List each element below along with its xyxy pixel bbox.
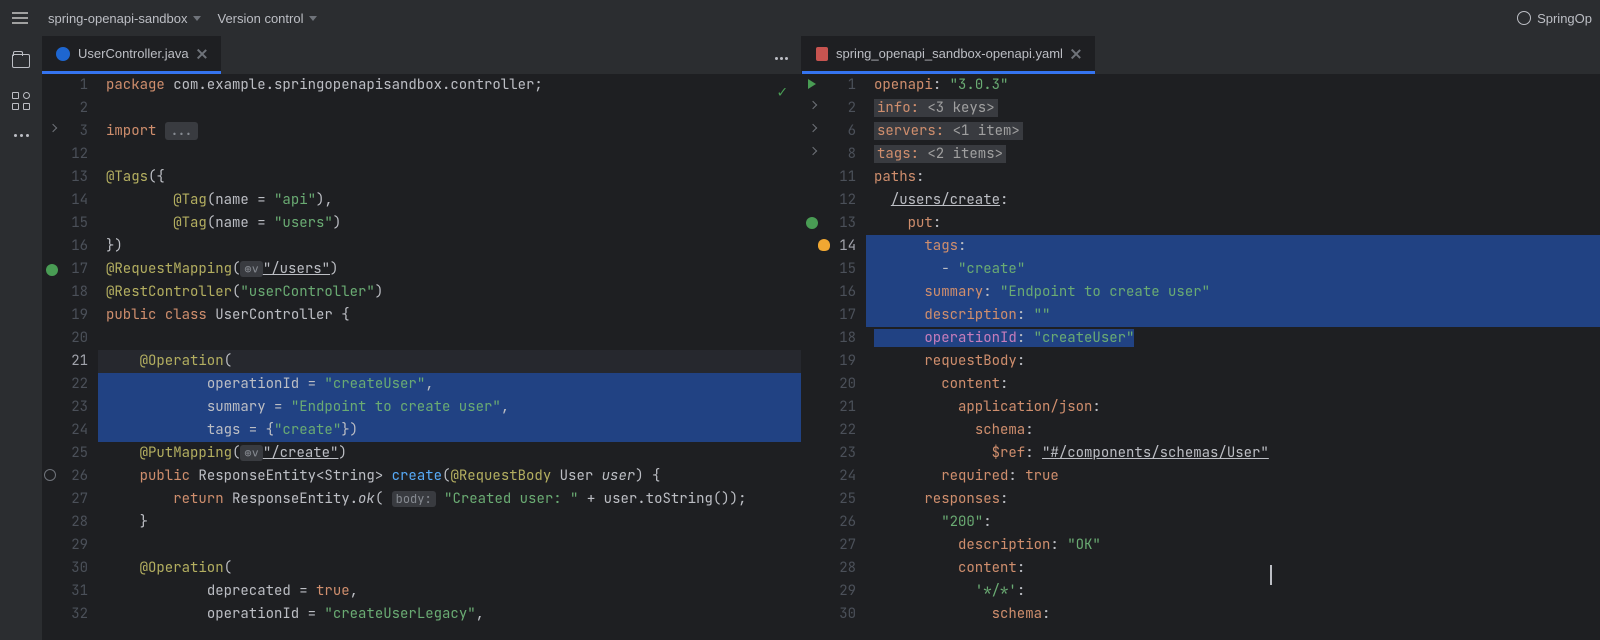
line-number: 22: [42, 373, 88, 396]
line-number: 2: [802, 97, 856, 120]
line-number: 26: [42, 465, 88, 488]
line-number: 6: [802, 120, 856, 143]
code-lines-right[interactable]: openapi: "3.0.3" info: <3 keys> servers:…: [866, 74, 1600, 640]
gutter-left[interactable]: 1 2 3 12 13 14 15 16 17 18 19 20 21 22 2…: [42, 74, 98, 640]
chevron-down-icon: [193, 16, 201, 21]
line-number: 20: [802, 373, 856, 396]
code-editor-right[interactable]: 1 2 6 8 11 12 13 14 15 16 17 18 19 20 21…: [802, 74, 1600, 640]
yaml-file-icon: [816, 47, 828, 61]
spring-icon: [1517, 11, 1531, 25]
project-tool-icon[interactable]: [12, 54, 30, 68]
tab-usercontroller[interactable]: UserController.java: [42, 36, 221, 74]
line-number: 29: [42, 534, 88, 557]
line-number: 1: [42, 74, 88, 97]
java-file-icon: [56, 47, 70, 61]
code-editor-left[interactable]: ✓ 1 2 3 12 13 14 15 16 17 18: [42, 74, 801, 640]
line-number: 24: [42, 419, 88, 442]
line-number: 18: [42, 281, 88, 304]
line-number: 28: [802, 557, 856, 580]
text-cursor: [1270, 565, 1272, 585]
tabbar-left: UserController.java: [42, 36, 801, 74]
tab-label: UserController.java: [78, 46, 189, 61]
line-number: 12: [802, 189, 856, 212]
line-number: 16: [42, 235, 88, 258]
line-number: 21: [42, 350, 88, 373]
line-number: 1: [802, 74, 856, 97]
structure-tool-icon[interactable]: [12, 92, 30, 110]
line-number: 14: [42, 189, 88, 212]
line-number: 25: [42, 442, 88, 465]
line-number: 15: [42, 212, 88, 235]
line-number: 3: [42, 120, 88, 143]
line-number: 17: [802, 304, 856, 327]
main-menu-icon[interactable]: [8, 6, 32, 30]
line-number: 24: [802, 465, 856, 488]
run-config-label: SpringOp: [1537, 11, 1592, 26]
line-number: 2: [42, 97, 88, 120]
line-number: 23: [42, 396, 88, 419]
tab-more-icon[interactable]: [774, 48, 801, 63]
line-number: 14: [802, 235, 856, 258]
titlebar: spring-openapi-sandbox Version control S…: [0, 0, 1600, 36]
line-number: 30: [42, 557, 88, 580]
line-number: 15: [802, 258, 856, 281]
tabbar-right: spring_openapi_sandbox-openapi.yaml: [802, 36, 1600, 74]
line-number: 25: [802, 488, 856, 511]
tab-openapi-yaml[interactable]: spring_openapi_sandbox-openapi.yaml: [802, 36, 1095, 74]
chevron-down-icon: [309, 16, 317, 21]
editor-split: UserController.java ✓ 1 2 3 12: [42, 36, 1600, 640]
tool-sidebar: [0, 36, 42, 640]
line-number: 16: [802, 281, 856, 304]
editor-pane-right: spring_openapi_sandbox-openapi.yaml 1: [802, 36, 1600, 640]
run-config[interactable]: SpringOp: [1517, 11, 1592, 26]
line-number: 21: [802, 396, 856, 419]
line-number: 8: [802, 143, 856, 166]
code-lines-left[interactable]: package com.example.springopenapisandbox…: [98, 74, 801, 640]
line-number: 26: [802, 511, 856, 534]
line-number: 27: [802, 534, 856, 557]
line-number: 17: [42, 258, 88, 281]
vcs-label: Version control: [217, 11, 303, 26]
project-selector[interactable]: spring-openapi-sandbox: [48, 11, 201, 26]
line-number: 12: [42, 143, 88, 166]
line-number: 13: [802, 212, 856, 235]
line-number: 18: [802, 327, 856, 350]
line-number: 31: [42, 580, 88, 603]
gutter-right[interactable]: 1 2 6 8 11 12 13 14 15 16 17 18 19 20 21…: [802, 74, 866, 640]
line-number: 19: [802, 350, 856, 373]
main-area: UserController.java ✓ 1 2 3 12: [0, 36, 1600, 640]
line-number: 28: [42, 511, 88, 534]
line-number: 23: [802, 442, 856, 465]
line-number: 19: [42, 304, 88, 327]
line-number: 20: [42, 327, 88, 350]
editor-pane-left: UserController.java ✓ 1 2 3 12: [42, 36, 802, 640]
line-number: 11: [802, 166, 856, 189]
line-number: 30: [802, 603, 856, 626]
project-name: spring-openapi-sandbox: [48, 11, 187, 26]
line-number: 22: [802, 419, 856, 442]
more-tools-icon[interactable]: [14, 134, 29, 137]
close-icon[interactable]: [1071, 49, 1081, 59]
line-number: 13: [42, 166, 88, 189]
close-icon[interactable]: [197, 49, 207, 59]
tab-label: spring_openapi_sandbox-openapi.yaml: [836, 46, 1063, 61]
line-number: 27: [42, 488, 88, 511]
line-number: 29: [802, 580, 856, 603]
line-number: 32: [42, 603, 88, 626]
vcs-selector[interactable]: Version control: [217, 11, 317, 26]
